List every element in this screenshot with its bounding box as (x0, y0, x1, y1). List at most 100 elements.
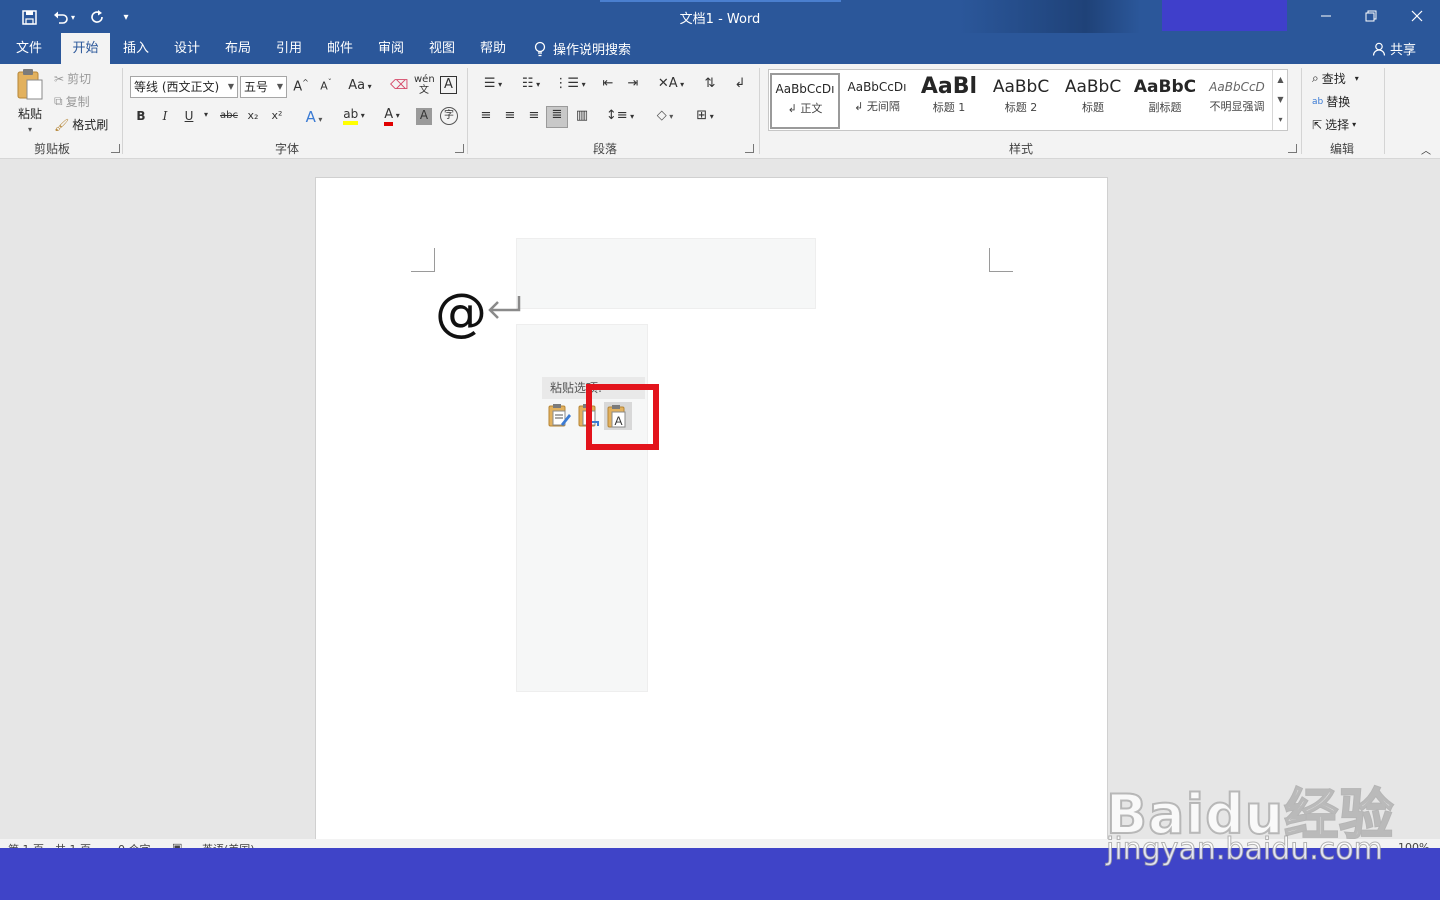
style-name: ↲ 正文 (787, 102, 823, 115)
character-shading-icon[interactable]: A (416, 108, 432, 125)
tab-design[interactable]: 设计 (167, 33, 207, 64)
align-right-icon[interactable]: ≡ (524, 108, 544, 123)
bullets-icon[interactable]: ☰ ▾ (476, 76, 510, 91)
style-heading-1[interactable]: AaBl 标题 1 (914, 73, 984, 129)
style-subtitle[interactable]: AaBbC 副标题 (1130, 73, 1200, 129)
asian-layout-icon[interactable]: ✕A ▾ (654, 76, 688, 91)
border-char-label: A (444, 77, 453, 92)
menu-tabs: 文件 开始 插入 设计 布局 引用 邮件 审阅 视图 帮助 操作说明搜索 共享 (0, 33, 1440, 65)
tab-mailings[interactable]: 邮件 (320, 33, 360, 64)
tab-insert[interactable]: 插入 (116, 33, 156, 64)
change-case-label: Aa (348, 78, 366, 93)
text-effects-icon[interactable]: A ▾ (300, 108, 328, 126)
superscript-button[interactable]: x² (269, 109, 285, 122)
replace-icon: ab (1312, 96, 1324, 107)
title-accent-line (600, 0, 841, 2)
separator (1301, 68, 1302, 154)
italic-button[interactable]: I (158, 109, 172, 123)
minimize-icon[interactable] (1308, 4, 1344, 28)
paragraph-launcher-icon[interactable] (745, 144, 754, 153)
decrease-indent-icon[interactable]: ⇤ (598, 76, 618, 91)
gallery-up-icon[interactable]: ▲ (1272, 70, 1288, 90)
tab-review[interactable]: 审阅 (371, 33, 411, 64)
highlight-color-icon[interactable]: ab ▾ (337, 107, 371, 125)
copy-button[interactable]: ⧉ 复制 (54, 93, 90, 110)
style-no-spacing[interactable]: AaBbCcDı ↲ 无间隔 (842, 73, 912, 129)
borders-icon[interactable]: ⊞ ▾ (688, 108, 722, 123)
font-size-select[interactable]: 五号 ▼ (240, 76, 287, 98)
clear-formatting-icon[interactable]: ⌫ (390, 78, 408, 93)
chevron-down-icon: ▾ (1354, 74, 1359, 83)
style-title[interactable]: AaBbC 标题 (1058, 73, 1128, 129)
find-label: 查找 (1321, 72, 1346, 86)
restore-icon[interactable] (1353, 4, 1389, 28)
style-name: 标题 1 (932, 101, 966, 114)
clipboard-icon (17, 69, 43, 100)
line-spacing-icon[interactable]: ↕≡ ▾ (603, 108, 637, 123)
show-marks-icon[interactable]: ↲ (730, 76, 750, 91)
style-normal[interactable]: AaBbCcDı ↲ 正文 (770, 73, 840, 129)
bold-button[interactable]: B (134, 109, 148, 123)
style-heading-2[interactable]: AaBbC 标题 2 (986, 73, 1056, 129)
distributed-icon[interactable]: ▥ (572, 108, 592, 123)
cut-button[interactable]: ✂ 剪切 (54, 70, 91, 87)
search-icon: ⌕ (1312, 71, 1319, 85)
tab-layout[interactable]: 布局 (218, 33, 258, 64)
font-name-select[interactable]: 等线 (西文正文) ▼ (130, 76, 238, 98)
align-center-icon[interactable]: ≡ (500, 108, 520, 123)
numbering-icon[interactable]: ☷ ▾ (514, 76, 548, 91)
styles-launcher-icon[interactable] (1288, 144, 1297, 153)
style-name: ↲ 无间隔 (854, 100, 900, 113)
clipboard-launcher-icon[interactable] (111, 144, 120, 153)
cut-label: 剪切 (67, 72, 92, 86)
style-subtle-emphasis[interactable]: AaBbCcD 不明显强调 (1202, 73, 1272, 129)
separator (1384, 68, 1385, 154)
increase-indent-icon[interactable]: ⇥ (623, 76, 643, 91)
format-painter-label: 格式刷 (72, 118, 109, 132)
style-preview: AaBbC (1133, 77, 1197, 97)
tab-view[interactable]: 视图 (422, 33, 462, 64)
font-color-icon[interactable]: A ▾ (376, 107, 408, 126)
justify-icon[interactable]: ≣ (546, 106, 568, 128)
separator (122, 68, 123, 154)
find-button[interactable]: ⌕ 查找 ▾ (1312, 70, 1359, 87)
font-launcher-icon[interactable] (455, 144, 464, 153)
tab-file[interactable]: 文件 (8, 33, 50, 64)
keep-source-formatting-icon[interactable] (546, 402, 574, 430)
sort-icon[interactable]: ⇅ (700, 76, 720, 91)
document-text[interactable]: @ (435, 283, 487, 343)
select-button[interactable]: ⇱ 选择 ▾ (1312, 116, 1356, 133)
collapse-ribbon-icon[interactable]: ︿ (1418, 142, 1434, 157)
strikethrough-button[interactable]: abc (218, 110, 240, 121)
tab-help[interactable]: 帮助 (473, 33, 513, 64)
close-icon[interactable] (1399, 4, 1435, 28)
format-painter-button[interactable]: 🖌 格式刷 (54, 116, 108, 133)
replace-button[interactable]: ab 替换 (1312, 93, 1350, 110)
subscript-button[interactable]: x₂ (245, 109, 261, 122)
multilevel-list-icon[interactable]: ⋮☰ ▾ (553, 76, 587, 91)
character-border-icon[interactable]: A (440, 76, 457, 94)
styles-group-label: 样式 (1009, 142, 1034, 156)
margin-corner-left (411, 248, 435, 272)
paste-button[interactable]: 粘贴 ▾ (12, 68, 48, 136)
shrink-font-icon[interactable]: Aˇ (318, 78, 334, 93)
underline-button[interactable]: U (182, 109, 196, 123)
tab-home[interactable]: 开始 (61, 33, 110, 65)
shading-icon[interactable]: ◇ ▾ (648, 108, 682, 123)
phonetic-guide-icon[interactable]: wén 文 (414, 74, 435, 96)
replace-label: 替换 (1326, 95, 1351, 109)
share-button[interactable]: 共享 (1372, 33, 1416, 64)
chevron-down-icon[interactable]: ▾ (201, 110, 211, 119)
enclose-characters-icon[interactable]: 字 (440, 107, 458, 125)
tell-me-search[interactable]: 操作说明搜索 (533, 33, 631, 64)
align-left-icon[interactable]: ≡ (476, 108, 496, 123)
change-case-button[interactable]: Aa ▾ (345, 78, 375, 93)
tab-references[interactable]: 引用 (269, 33, 309, 64)
font-size-value: 五号 (244, 80, 269, 94)
styles-gallery: AaBbCcDı ↲ 正文 AaBbCcDı ↲ 无间隔 AaBl 标题 1 A… (768, 69, 1288, 131)
grow-font-icon[interactable]: A^ (293, 78, 309, 94)
gallery-more-icon[interactable]: ▾ (1272, 110, 1288, 130)
gallery-down-icon[interactable]: ▼ (1272, 90, 1288, 110)
font-name-value: 等线 (西文正文) (134, 80, 220, 94)
separator (759, 68, 760, 154)
